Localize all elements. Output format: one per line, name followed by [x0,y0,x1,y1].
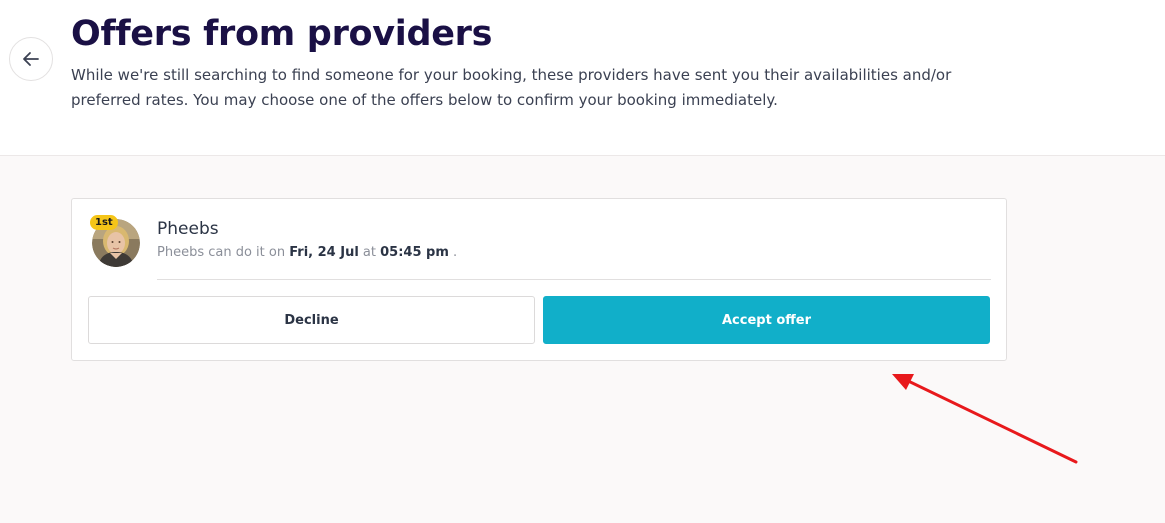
availability-prefix: Pheebs can do it on [157,245,290,260]
divider [157,279,991,280]
decline-button[interactable]: Decline [88,296,535,344]
offer-card: 1st Pheebs Pheebs can do it on Fri, 24 J… [71,198,1007,361]
offer-availability: Pheebs can do it on Fri, 24 Jul at 05:45… [157,245,457,260]
availability-mid: at [358,245,381,260]
rank-badge: 1st [90,215,118,230]
page-header: Offers from providers While we're still … [0,0,1165,156]
availability-date: Fri, 24 Jul [289,245,359,260]
provider-name: Pheebs [157,219,219,239]
page-title: Offers from providers [71,14,493,54]
provider-avatar-wrap: 1st [90,215,140,267]
accept-offer-button[interactable]: Accept offer [543,296,990,344]
annotation-arrow-icon [892,374,1078,464]
back-button[interactable] [9,37,53,81]
availability-time: 05:45 pm [380,245,449,260]
availability-suffix: . [448,245,458,260]
page-description: While we're still searching to find some… [71,66,952,109]
arrow-left-icon [23,52,39,66]
